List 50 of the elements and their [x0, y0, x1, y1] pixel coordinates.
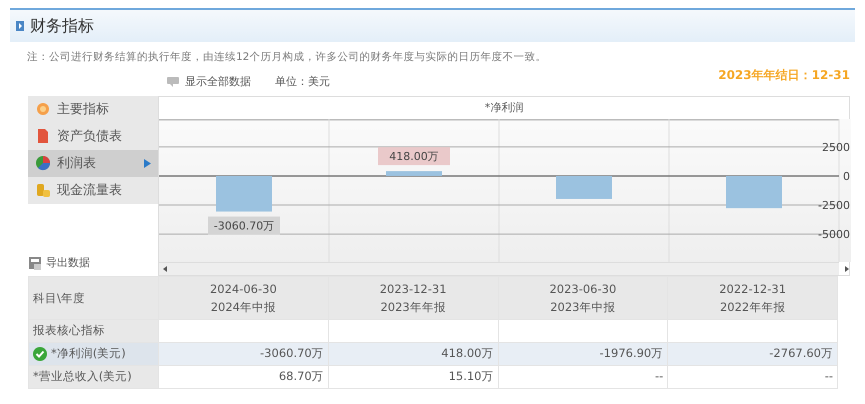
- note-text: 注：公司进行财务结算的执行年度，由连续12个历月构成，许多公司的财务年度与实际的日历年度不一致。: [27, 50, 548, 65]
- check-icon: [33, 346, 47, 361]
- table-cell: 15.10万: [328, 365, 498, 388]
- bar: [216, 176, 272, 212]
- chart-title: *净利润: [484, 100, 524, 116]
- column-header: 2023-06-30 2023年中报: [498, 276, 668, 320]
- sidebar-item[interactable]: 现金流量表: [28, 176, 158, 204]
- row-label: *净利润(美元): [51, 345, 126, 362]
- column-header: 2023-12-31 2023年年报: [328, 276, 498, 320]
- table-cell: --: [498, 365, 668, 388]
- table-cell: -1976.90万: [498, 342, 668, 366]
- arrow-icon: [144, 158, 151, 168]
- unit-label: 单位：美元: [275, 74, 330, 90]
- bar: [726, 176, 782, 208]
- export-icon[interactable]: [28, 256, 42, 270]
- data-label: 418.00万: [389, 150, 439, 163]
- table-cell: --: [668, 365, 838, 388]
- sidebar-item[interactable]: 主要指标: [28, 96, 158, 123]
- data-label: 418.00万: [378, 146, 450, 165]
- left-arrow-icon[interactable]: [163, 266, 167, 272]
- sidebar-item[interactable]: 资产负债表: [28, 122, 158, 150]
- coins-icon: [35, 182, 51, 198]
- export-data-link[interactable]: 导出数据: [46, 254, 90, 271]
- document-icon: [35, 128, 51, 144]
- axis-tick-label: -5000: [818, 228, 850, 241]
- axis-tick-label: 2500: [822, 140, 850, 154]
- column-header: 2024-06-30 2024年中报: [158, 276, 328, 320]
- axis-tick-label: -2500: [818, 198, 850, 212]
- fiscal-year-end: 2023年年结日：12-31: [718, 66, 850, 84]
- data-label: -3060.70万: [214, 219, 274, 232]
- axis-tick-label: 0: [843, 170, 850, 183]
- arrow-icon: [16, 21, 24, 31]
- pie-chart-icon: [35, 155, 51, 172]
- table-cell: 418.00万: [328, 342, 498, 366]
- bar: [386, 170, 442, 176]
- bar: [556, 176, 612, 199]
- row-label: 报表核心指标: [28, 319, 158, 342]
- column-header: 科目\年度: [28, 276, 158, 320]
- row-label: *营业总收入(美元): [28, 365, 158, 388]
- right-arrow-icon[interactable]: [845, 266, 849, 272]
- show-all-link[interactable]: 显示全部数据: [185, 74, 251, 90]
- table-cell: -2767.60万: [668, 342, 838, 366]
- flower-icon: [35, 101, 51, 118]
- data-label: -3060.70万: [208, 216, 280, 234]
- table-cell: 68.70万: [158, 365, 328, 388]
- sidebar-item[interactable]: 利润表: [28, 150, 158, 177]
- comment-icon[interactable]: [167, 77, 179, 87]
- column-header: 2022-12-31 2022年年报: [668, 276, 838, 320]
- table-cell: -3060.70万: [158, 342, 328, 366]
- section-title: 财务指标: [30, 15, 94, 37]
